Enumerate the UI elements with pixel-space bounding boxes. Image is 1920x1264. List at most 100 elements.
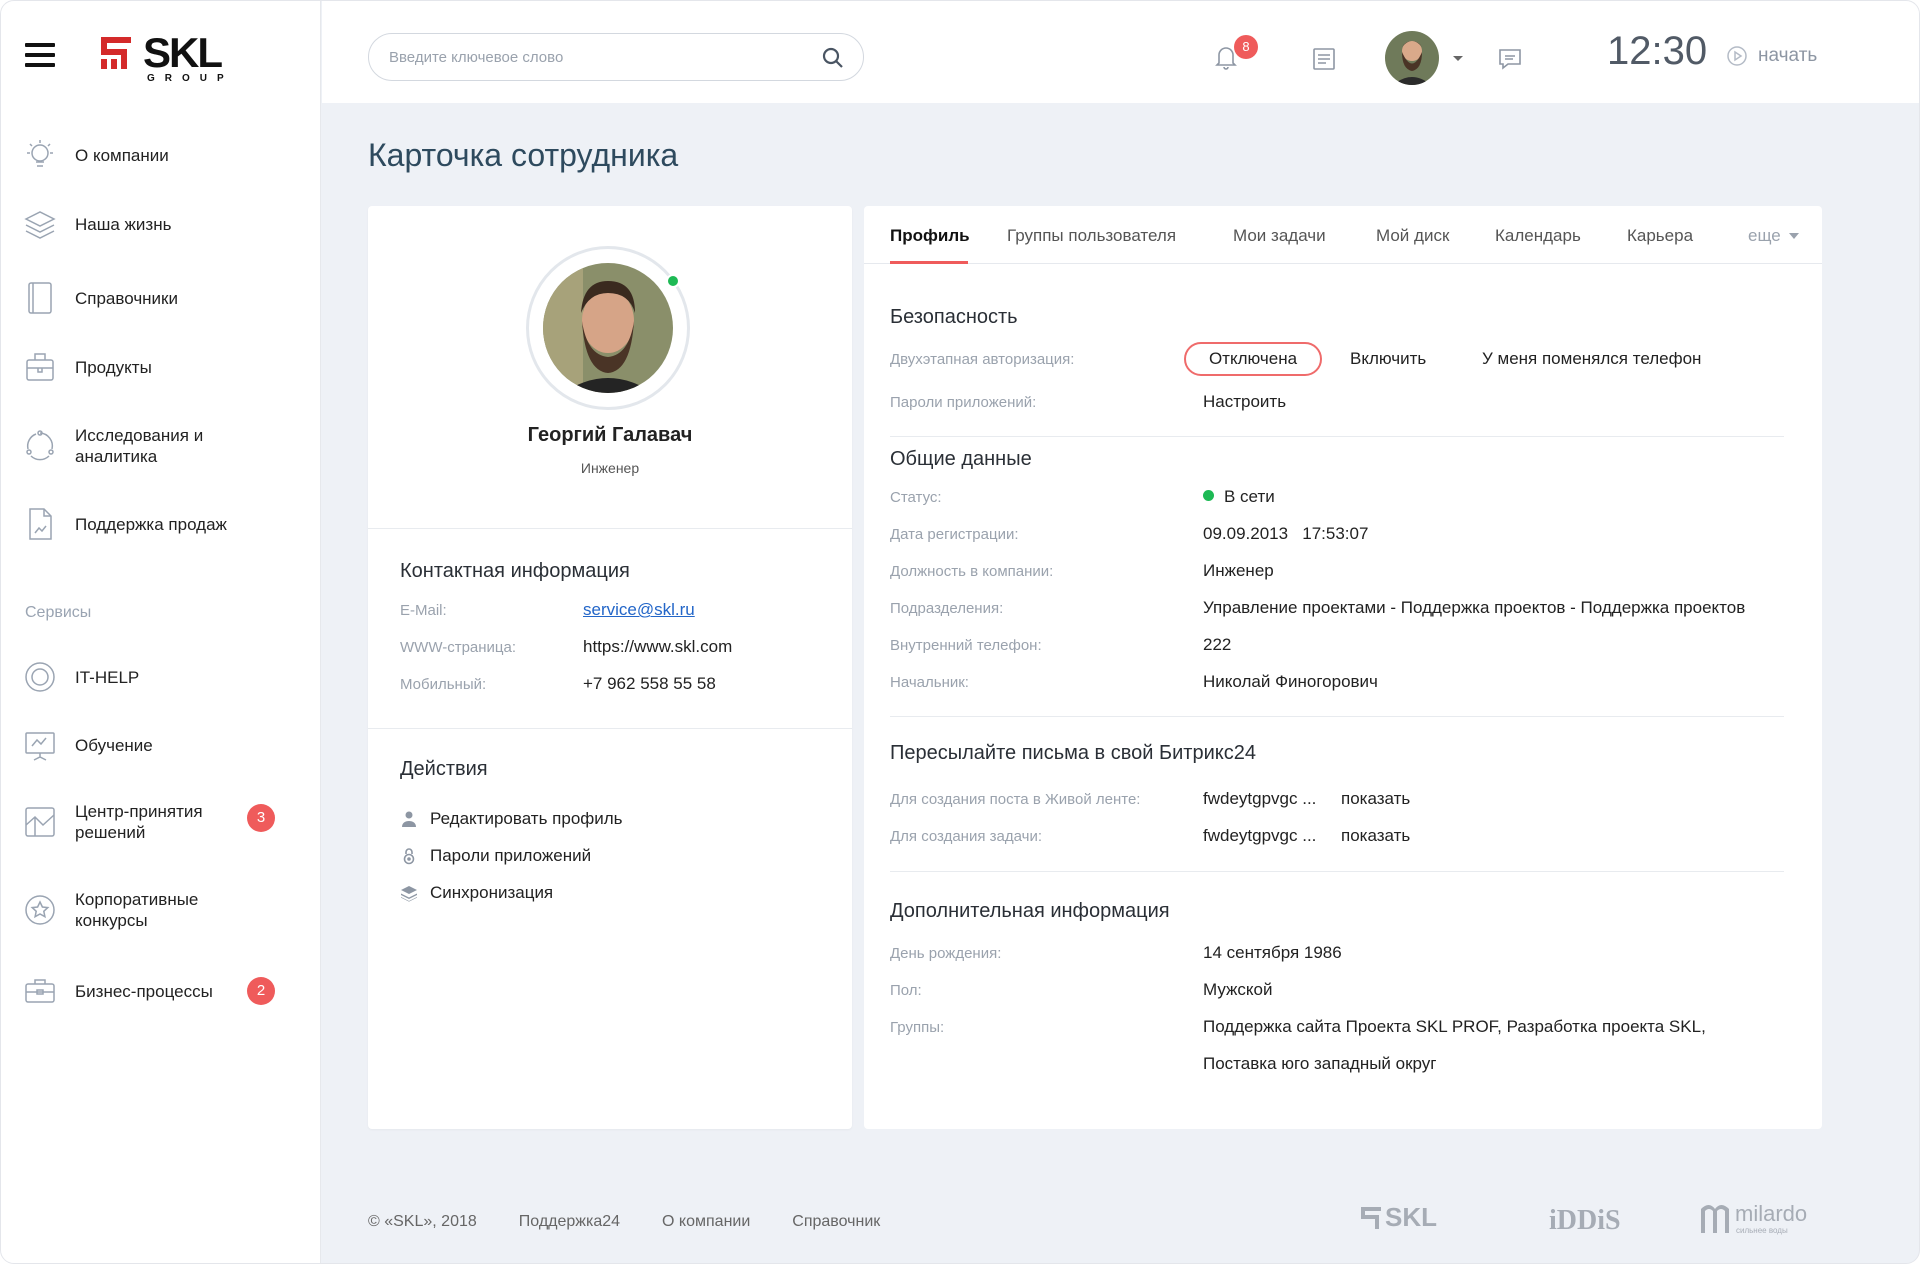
sidebar-item-decision-center[interactable]: Центр-принятия решений 3 [23,801,293,843]
app-frame: SKL GROUP О компании Наша жизнь Справочн… [0,0,1920,1264]
sidebar-item-business-processes[interactable]: Бизнес-процессы 2 [23,974,293,1008]
search-icon[interactable] [821,46,845,70]
tab-more[interactable]: еще [1748,226,1800,246]
start-workday-button[interactable]: начать [1726,45,1817,67]
general-title: Общие данные [890,448,1032,470]
groups-key: Группы: [890,1019,945,1036]
notifications-count-badge: 8 [1234,35,1258,59]
sidebar-item-products[interactable]: Продукты [23,350,293,384]
gender-key: Пол: [890,982,922,999]
position-value: Инженер [1203,561,1274,580]
show-task-address-link[interactable]: показать [1341,826,1410,846]
search-input[interactable] [389,34,809,80]
footer-link-support[interactable]: Поддержка24 [519,1213,620,1231]
lifebuoy-icon [25,662,55,692]
start-label: начать [1758,45,1818,66]
footer-link-company[interactable]: О компании [662,1213,750,1231]
action-label: Синхронизация [430,883,554,902]
sidebar-item-label: Наша жизнь [75,214,172,234]
sidebar-item-our-life[interactable]: Наша жизнь [23,207,293,241]
lock-icon [403,848,415,865]
logo-word: SKL [143,29,223,76]
sidebar-item-research[interactable]: Исследования и аналитика [23,425,293,467]
chevron-down-icon[interactable] [1452,55,1464,63]
groups-link-line2[interactable]: Поставка юго западный округ [1203,1054,1437,1074]
divider [368,728,852,729]
logo-sub: GROUP [147,73,234,84]
status-key: Статус: [890,489,942,506]
enable-twofa-link[interactable]: Включить [1350,349,1426,369]
partner-logo-milardo[interactable]: milardo сильнее воды [1697,1199,1827,1244]
page-title: Карточка сотрудника [368,137,679,173]
notification-badge: 3 [247,804,275,832]
additional-info-title: Дополнительная информация [890,900,1170,922]
user-icon [402,811,416,827]
profile-details-card: Профиль Группы пользователя Мои задачи М… [864,206,1822,1129]
tab-my-tasks[interactable]: Мои задачи [1233,226,1326,246]
email-link[interactable]: service@skl.ru [583,600,695,620]
tasks-icon[interactable] [1310,45,1338,73]
logo[interactable]: SKL GROUP [97,29,247,87]
partner-name: SKL [1385,1202,1437,1232]
menu-icon[interactable] [25,43,55,67]
groups-link-line1[interactable]: Поддержка сайта Проекта SKL PROF, Разраб… [1203,1017,1706,1037]
profile-avatar[interactable] [526,246,690,410]
registration-date-key: Дата регистрации: [890,526,1019,543]
partner-logo-skl[interactable]: SKL [1359,1199,1459,1244]
phone-changed-link[interactable]: У меня поменялся телефон [1482,349,1701,369]
sidebar-item-it-help[interactable]: IT-HELP [23,660,293,694]
manager-key: Начальник: [890,674,969,691]
profile-role: Инженер [580,460,640,476]
briefcase-icon [25,979,55,1003]
sidebar-item-label: Справочники [75,288,178,308]
sidebar: SKL GROUP О компании Наша жизнь Справочн… [1,1,321,1263]
partner-tagline: сильнее воды [1736,1226,1788,1235]
tab-user-groups[interactable]: Группы пользователя [1007,226,1176,246]
gender-value: Мужской [1203,980,1273,999]
skl-logo-mark-icon [101,37,131,69]
bulb-icon [27,140,53,167]
notification-badge: 2 [247,977,275,1005]
divider [890,436,1784,437]
layers-icon [24,211,56,239]
footer-link-directory[interactable]: Справочник [792,1213,880,1231]
sidebar-item-label: Продукты [75,357,152,377]
sidebar-item-contests[interactable]: Корпоративные конкурсы [23,889,293,931]
chat-icon[interactable] [1496,45,1524,73]
tab-career[interactable]: Карьера [1627,226,1693,246]
app-passwords-action[interactable]: Пароли приложений [400,846,591,866]
tab-profile[interactable]: Профиль [890,226,970,246]
departments-key: Подразделения: [890,600,1004,617]
profile-photo-icon [543,263,673,393]
sidebar-item-label: Центр-принятия решений [75,802,203,842]
show-post-address-link[interactable]: показать [1341,789,1410,809]
decision-map-icon [25,807,55,837]
top-bar: 8 12:30 начать [322,1,1919,103]
package-icon [26,353,54,381]
forward-mail-title: Пересылайте письма в свой Битрикс24 [890,742,1256,764]
sync-action[interactable]: Синхронизация [400,883,553,903]
edit-profile-action[interactable]: Редактировать профиль [400,809,623,829]
user-avatar[interactable] [1385,31,1439,85]
sidebar-item-training[interactable]: Обучение [23,728,293,762]
sidebar-item-label: Поддержка продаж [75,514,227,534]
sidebar-item-directories[interactable]: Справочники [23,281,293,315]
sidebar-item-label: IT-HELP [75,667,140,687]
stack-icon [401,886,417,902]
divider [890,871,1784,872]
tab-more-label: еще [1748,226,1781,245]
departments-link[interactable]: Управление проектами - Поддержка проекто… [1203,598,1745,618]
partner-name: milardo [1735,1201,1807,1226]
skl-partner-logo-icon: SKL [1361,1202,1437,1232]
twofa-status-pill[interactable]: Отключена [1184,342,1322,376]
partner-name: iDDiS [1549,1205,1621,1236]
tab-my-disk[interactable]: Мой диск [1376,226,1449,246]
configure-link[interactable]: Настроить [1203,392,1286,412]
tab-calendar[interactable]: Календарь [1495,226,1581,246]
forward-task-key: Для создания задачи: [890,828,1042,845]
sidebar-item-company[interactable]: О компании [23,138,293,172]
security-title: Безопасность [890,306,1018,328]
divider [368,528,852,529]
partner-logo-iddis[interactable]: iDDiS [1547,1201,1627,1246]
sidebar-item-sales-support[interactable]: Поддержка продаж [23,507,293,541]
